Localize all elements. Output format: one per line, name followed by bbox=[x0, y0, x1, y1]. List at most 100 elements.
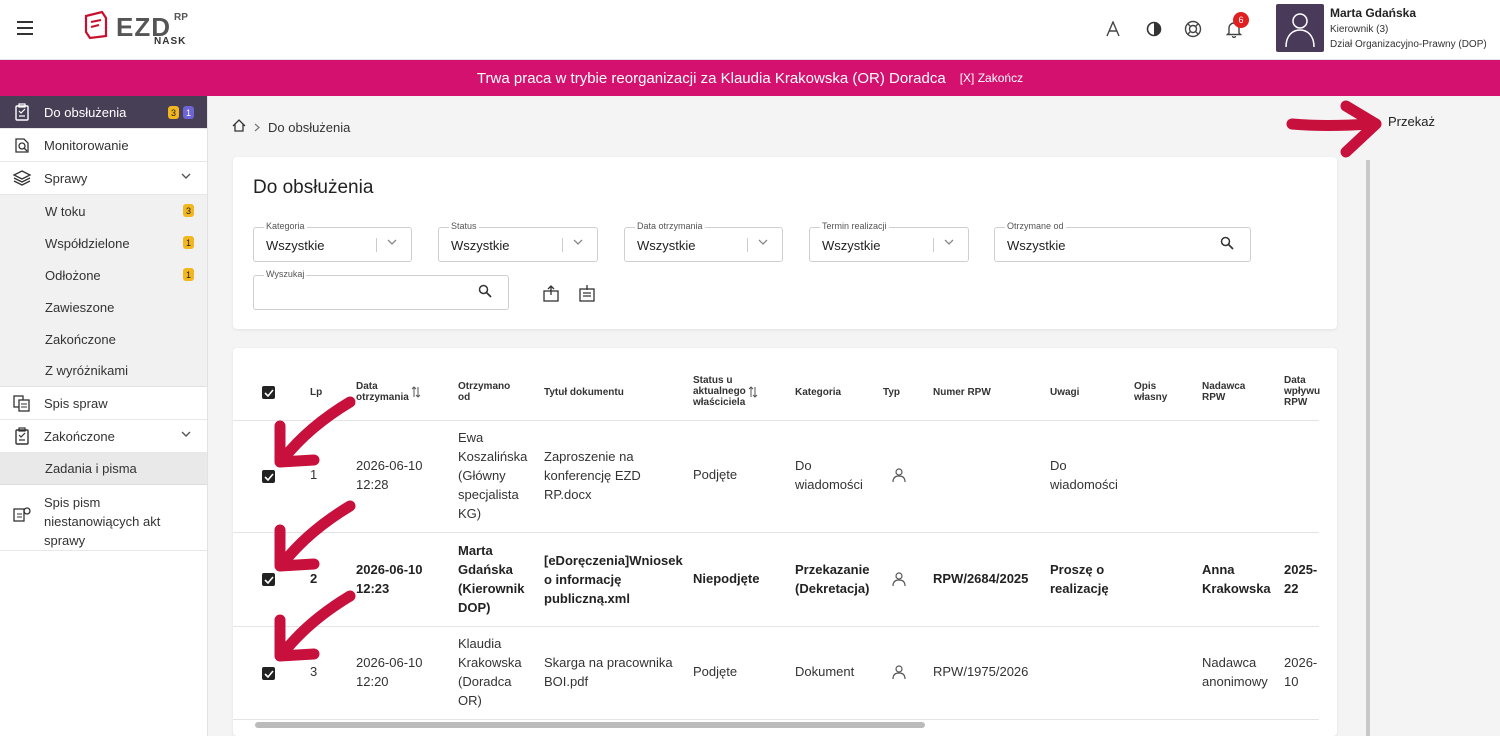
kategoria-select[interactable]: Kategoria Wszystkie bbox=[253, 221, 412, 262]
sidebar-subitem-label: Odłożone bbox=[45, 267, 101, 283]
home-icon[interactable] bbox=[232, 119, 246, 135]
cell-status: Niepodjęte bbox=[693, 571, 760, 586]
monitor-icon bbox=[0, 136, 44, 154]
cell-title[interactable]: Skarga na pracownika BOI.pdf bbox=[544, 653, 673, 691]
breadcrumb: Do obsłużenia bbox=[232, 119, 350, 135]
header-data-otrzymania[interactable]: Data otrzymania bbox=[356, 381, 409, 403]
user-role: Kierownik (3) bbox=[1330, 24, 1389, 35]
search-input[interactable]: Wyszukaj bbox=[253, 269, 509, 310]
sidebar-badge-purple: 1 bbox=[183, 106, 194, 119]
sidebar-item-label: Spis pism bbox=[44, 495, 101, 510]
header-data-wplywu-rpw[interactable]: Data wpływu RPW bbox=[1284, 375, 1320, 408]
filter-label: Kategoria bbox=[264, 221, 307, 231]
sidebar-item-do-obsluzenia[interactable]: Do obsłużenia 3 1 bbox=[0, 96, 207, 129]
termin-realizacji-select[interactable]: Termin realizacji Wszystkie bbox=[809, 221, 969, 262]
person-icon bbox=[892, 572, 906, 587]
cell-date: 2026-06-10 12:28 bbox=[356, 458, 423, 492]
przekaz-button[interactable]: Przekaż bbox=[1388, 114, 1435, 129]
header-status[interactable]: Status u aktualnego właściciela bbox=[693, 375, 746, 408]
cell-title[interactable]: [eDoręczenia]Wniosek o informację publiczn… bbox=[544, 551, 683, 608]
cell-title[interactable]: Zaproszenie na konferencję EZD RP.docx bbox=[544, 447, 641, 504]
header-kategoria[interactable]: Kategoria bbox=[795, 387, 841, 398]
top-bar: EZD RP NASK 6 Marta Gdańska Kierownik (3… bbox=[0, 0, 1500, 60]
sidebar-item-label: Do obsłużenia bbox=[44, 104, 127, 120]
header-lp[interactable]: Lp bbox=[310, 387, 322, 398]
cell-status: Podjęte bbox=[693, 664, 738, 679]
user-department: Dział Organizacyjno-Prawny (DOP) bbox=[1330, 39, 1487, 50]
cell-rpw-date: 2025- 22 bbox=[1284, 562, 1318, 596]
filter-value: Wszystkie bbox=[266, 238, 325, 253]
menu-icon[interactable] bbox=[17, 21, 33, 35]
search-icon[interactable] bbox=[478, 284, 492, 303]
person-icon bbox=[892, 468, 906, 483]
sidebar-item-sprawy[interactable]: Sprawy bbox=[0, 162, 207, 195]
chevron-down-icon bbox=[573, 237, 583, 249]
sidebar-subitem-odlozone[interactable]: Odłożone 1 bbox=[0, 259, 207, 291]
cell-lp: 1 bbox=[310, 467, 318, 482]
sidebar-item-zakonczone[interactable]: Zakończone bbox=[0, 420, 207, 453]
sidebar-subitem-zawieszone[interactable]: Zawieszone bbox=[0, 291, 207, 323]
otrzymane-od-input[interactable]: Otrzymane od Wszystkie bbox=[994, 221, 1251, 262]
sidebar-subitem-label: Zawieszone bbox=[45, 299, 115, 315]
header-otrzymano-od[interactable]: Otrzymano od bbox=[458, 381, 510, 403]
sidebar-item-spis-pism[interactable]: Spis pism niestanowiących akt sprawy bbox=[0, 485, 207, 551]
cell-notes: Proszę o realizację bbox=[1050, 562, 1109, 596]
filter-label: Termin realizacji bbox=[820, 221, 889, 231]
status-select[interactable]: Status Wszystkie bbox=[438, 221, 598, 262]
sidebar-subitem-z-wyroznikami[interactable]: Z wyróżnikami bbox=[0, 355, 207, 387]
sidebar-subitem-zakonczone[interactable]: Zakończone bbox=[0, 323, 207, 355]
filter-card: Do obsłużenia Kategoria Wszystkie Status… bbox=[233, 157, 1337, 329]
sidebar-item-label: Monitorowanie bbox=[44, 137, 129, 153]
chevron-down-icon[interactable] bbox=[181, 430, 191, 441]
filter-label: Data otrzymania bbox=[635, 221, 705, 231]
header-tytul[interactable]: Tytuł dokumentu bbox=[544, 387, 624, 398]
header-numer-rpw[interactable]: Numer RPW bbox=[933, 387, 991, 398]
chevron-down-icon[interactable] bbox=[181, 172, 191, 183]
arrow-to-przekaz-head bbox=[1340, 100, 1382, 158]
cell-from: Marta Gdańska (Kierownik DOP) bbox=[458, 543, 525, 615]
breadcrumb-current: Do obsłużenia bbox=[268, 119, 351, 135]
clear-filters-icon[interactable] bbox=[542, 284, 562, 304]
export-icon[interactable] bbox=[578, 284, 598, 304]
sidebar-item-label: Sprawy bbox=[44, 170, 88, 186]
horizontal-scrollbar[interactable] bbox=[255, 722, 925, 728]
sort-icon[interactable] bbox=[411, 386, 421, 398]
sidebar-subitem-zadania-i-pisma[interactable]: Zadania i pisma bbox=[0, 453, 207, 485]
filter-label: Wyszukaj bbox=[264, 269, 307, 279]
cell-lp: 2 bbox=[310, 571, 318, 586]
header-uwagi[interactable]: Uwagi bbox=[1050, 387, 1079, 398]
app-logo[interactable]: EZD RP NASK bbox=[82, 10, 194, 50]
avatar[interactable] bbox=[1276, 4, 1324, 52]
filter-value: Wszystkie bbox=[451, 238, 510, 253]
sidebar-item-spis-spraw[interactable]: Spis spraw bbox=[0, 387, 207, 420]
row-checkbox[interactable] bbox=[262, 470, 275, 483]
vertical-scrollbar[interactable] bbox=[1366, 160, 1370, 736]
end-reorganization-button[interactable]: [X] Zakończ bbox=[960, 71, 1023, 85]
header-nadawca-rpw[interactable]: Nadawca RPW bbox=[1202, 381, 1245, 403]
sidebar-item-monitorowanie[interactable]: Monitorowanie bbox=[0, 129, 207, 162]
data-otrzymania-select[interactable]: Data otrzymania Wszystkie bbox=[624, 221, 783, 262]
cell-from: Ewa Koszalińska (Główny specjalista KG) bbox=[458, 430, 528, 521]
header-typ[interactable]: Typ bbox=[883, 387, 900, 398]
shared-documents-icon bbox=[0, 493, 44, 525]
layers-icon bbox=[0, 169, 44, 187]
sidebar-subitem-w-toku[interactable]: W toku 3 bbox=[0, 195, 207, 227]
cell-lp: 3 bbox=[310, 664, 318, 679]
cell-from: Klaudia Krakowska (Doradca OR) bbox=[458, 636, 522, 708]
person-icon bbox=[892, 665, 906, 680]
chevron-down-icon bbox=[944, 237, 954, 249]
page-title: Do obsłużenia bbox=[253, 177, 374, 198]
cell-sender: Nadawca anonimowy bbox=[1202, 655, 1268, 689]
header-opis-wlasny[interactable]: Opis własny bbox=[1134, 381, 1167, 403]
cell-sender: Anna Krakowska bbox=[1202, 562, 1271, 596]
clipboard-icon bbox=[0, 427, 44, 445]
contrast-icon[interactable] bbox=[1143, 18, 1165, 40]
row-checkbox[interactable] bbox=[262, 667, 275, 680]
row-checkbox[interactable] bbox=[262, 573, 275, 586]
search-icon[interactable] bbox=[1220, 236, 1234, 255]
sidebar-subitem-wspoldzielone[interactable]: Współdzielone 1 bbox=[0, 227, 207, 259]
help-icon[interactable] bbox=[1182, 18, 1204, 40]
sort-icon[interactable] bbox=[748, 386, 758, 398]
font-size-icon[interactable] bbox=[1102, 18, 1124, 40]
select-all-checkbox[interactable] bbox=[262, 386, 275, 399]
